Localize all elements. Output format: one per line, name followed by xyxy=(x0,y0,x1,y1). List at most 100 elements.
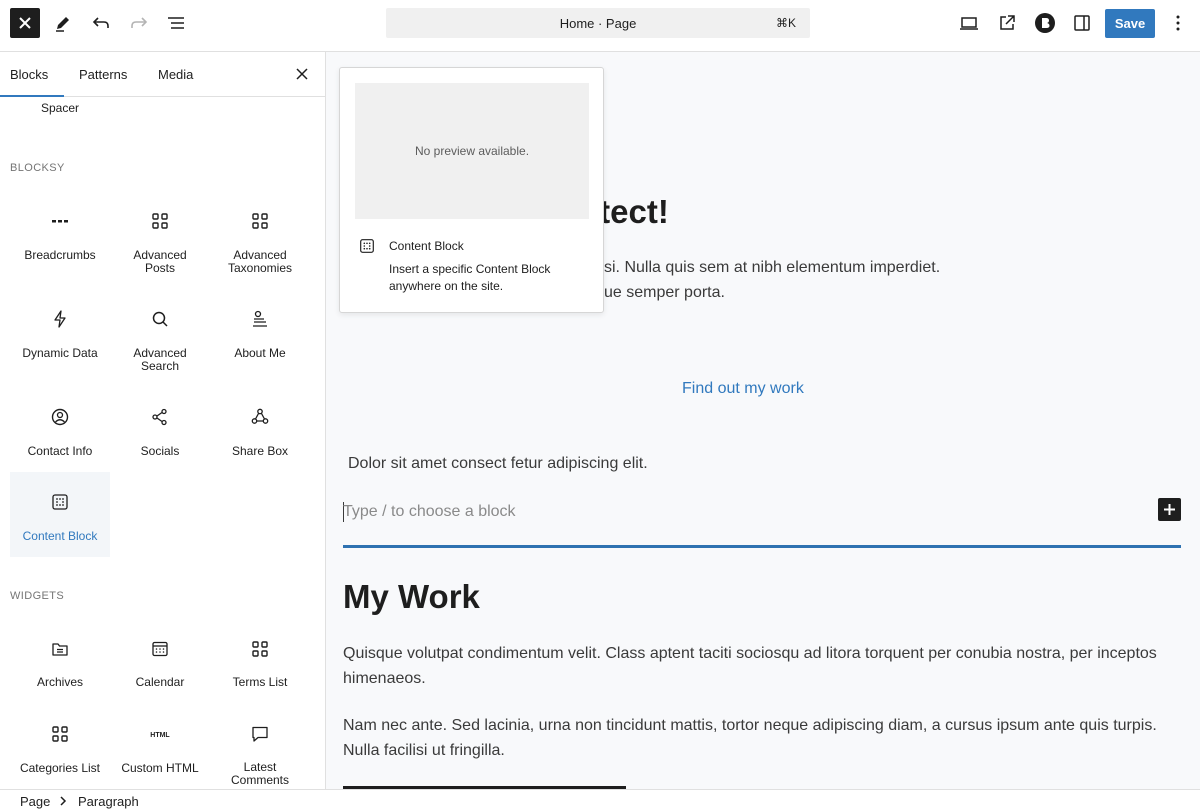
breadcrumb-paragraph[interactable]: Paragraph xyxy=(78,794,139,809)
block-share-box[interactable]: Share Box xyxy=(210,392,310,477)
desktop-icon xyxy=(960,17,978,30)
block-label: Contact Info xyxy=(27,444,93,458)
block-custom-html[interactable]: HTML Custom HTML xyxy=(110,710,210,789)
block-label: Spacer xyxy=(40,101,80,115)
popover-description: Insert a specific Content Block anywhere… xyxy=(389,262,551,293)
block-latest-comments[interactable]: Latest Comments xyxy=(210,710,310,789)
block-label: Terms List xyxy=(232,675,288,689)
redo-icon xyxy=(131,17,148,28)
grid-icon xyxy=(148,209,172,233)
undo-button[interactable] xyxy=(89,11,113,35)
block-label-line2: Taxonomies xyxy=(227,261,293,275)
lightning-icon xyxy=(48,307,72,331)
calendar-icon xyxy=(148,637,172,661)
grid-icon xyxy=(248,209,272,233)
paragraph-block[interactable]: Nam nec ante. Sed lacinia, urna non tinc… xyxy=(343,713,1183,763)
block-label: Categories List xyxy=(19,761,101,775)
block-label: Share Box xyxy=(231,444,289,458)
html-icon: HTML xyxy=(145,722,175,746)
tab-blocks[interactable]: Blocks xyxy=(10,67,48,82)
document-overview-button[interactable] xyxy=(164,11,188,35)
block-advanced-search[interactable]: Advanced Search xyxy=(110,295,210,380)
settings-sidebar-button[interactable] xyxy=(1070,11,1094,35)
share-nodes-icon xyxy=(148,405,172,429)
blocksy-button[interactable] xyxy=(1033,11,1057,35)
section-heading[interactable]: My Work xyxy=(343,578,480,616)
block-socials[interactable]: Socials xyxy=(110,392,210,477)
block-advanced-posts[interactable]: Advanced Posts xyxy=(110,197,210,282)
block-advanced-taxonomies[interactable]: Advanced Taxonomies xyxy=(210,197,310,282)
search-icon xyxy=(148,307,172,331)
block-terms-list[interactable]: Terms List xyxy=(210,624,310,704)
paragraph-block[interactable]: Dolor sit amet consect fetur adipiscing … xyxy=(348,455,648,473)
grid-icon xyxy=(248,637,272,661)
undo-icon xyxy=(92,17,109,28)
block-label-line2: Posts xyxy=(144,261,175,275)
add-block-button[interactable] xyxy=(1158,498,1181,521)
block-preview-popover: No preview available. Content Block Inse… xyxy=(339,67,604,313)
more-vertical-icon xyxy=(1176,15,1180,31)
block-label: Content Block xyxy=(22,529,98,543)
block-label: Breadcrumbs xyxy=(24,248,96,262)
inserter-tabs: Blocks Patterns Media xyxy=(0,52,325,97)
paragraph-block[interactable]: Quisque volutpat condimentum velit. Clas… xyxy=(343,641,1183,691)
command-palette-bar[interactable]: Home · Page ⌘K xyxy=(386,8,810,38)
shortcut-hint: ⌘K xyxy=(775,16,796,30)
options-menu-button[interactable] xyxy=(1166,11,1190,35)
hero-paragraph-line1[interactable]: si. Nulla quis sem at nibh elementum imp… xyxy=(604,259,940,277)
comment-icon xyxy=(248,722,272,746)
block-label: Dynamic Data xyxy=(22,346,98,360)
separator-block[interactable] xyxy=(343,545,1181,548)
save-button[interactable]: Save xyxy=(1105,9,1155,38)
content-block-icon xyxy=(48,490,72,514)
folder-icon xyxy=(48,637,72,661)
plus-icon xyxy=(1164,504,1175,515)
section-heading-widgets: WIDGETS xyxy=(10,590,65,602)
block-breadcrumbs[interactable]: Breadcrumbs xyxy=(10,197,110,282)
block-calendar[interactable]: Calendar xyxy=(110,624,210,704)
close-inserter-panel-button[interactable] xyxy=(292,64,312,84)
empty-block-placeholder[interactable]: Type / to choose a block xyxy=(343,503,516,521)
about-me-icon xyxy=(248,307,272,331)
close-icon xyxy=(296,68,308,80)
active-tab-indicator xyxy=(0,95,64,97)
blocksy-logo-icon xyxy=(1035,13,1055,33)
edit-tool-button[interactable] xyxy=(51,11,75,35)
block-inserter-sidebar: Blocks Patterns Media Spacer BLOCKSY Bre… xyxy=(0,52,326,789)
breadcrumb-page[interactable]: Page xyxy=(20,794,50,809)
redo-button[interactable] xyxy=(127,11,151,35)
hero-paragraph-line2[interactable]: ue semper porta. xyxy=(604,284,725,302)
close-inserter-button[interactable] xyxy=(10,8,40,38)
document-title: Home · Page xyxy=(559,16,637,31)
preview-message: No preview available. xyxy=(414,144,530,158)
block-breadcrumb-bar: Page Paragraph xyxy=(0,789,1200,812)
block-content-block[interactable]: Content Block xyxy=(10,472,110,557)
block-label: Custom HTML xyxy=(121,761,199,775)
external-link-icon xyxy=(1000,15,1015,30)
grid-icon xyxy=(48,722,72,746)
block-label: Socials xyxy=(140,444,180,458)
list-view-icon xyxy=(168,17,184,29)
block-contact-info[interactable]: Contact Info xyxy=(10,392,110,477)
block-label: Calendar xyxy=(135,675,185,689)
block-label: Archives xyxy=(36,675,83,689)
popover-title: Content Block xyxy=(389,239,464,253)
top-toolbar: Home · Page ⌘K Save xyxy=(0,0,1200,52)
svg-text:HTML: HTML xyxy=(150,732,170,739)
tab-media[interactable]: Media xyxy=(158,67,193,82)
find-out-link[interactable]: Find out my work xyxy=(682,380,804,398)
block-about-me[interactable]: About Me xyxy=(210,295,310,380)
device-preview-button[interactable] xyxy=(957,11,981,35)
view-page-button[interactable] xyxy=(995,11,1019,35)
breadcrumbs-icon xyxy=(48,209,72,233)
block-dynamic-data[interactable]: Dynamic Data xyxy=(10,295,110,380)
block-categories-list[interactable]: Categories List xyxy=(10,710,110,789)
block-archives[interactable]: Archives xyxy=(10,624,110,704)
sidebar-toggle-icon xyxy=(1074,15,1090,31)
share-box-icon xyxy=(248,405,272,429)
chevron-right-icon xyxy=(58,795,68,807)
tab-patterns[interactable]: Patterns xyxy=(79,67,127,82)
close-icon xyxy=(19,17,31,29)
block-spacer[interactable]: Spacer xyxy=(10,100,110,118)
pencil-icon xyxy=(56,17,69,32)
